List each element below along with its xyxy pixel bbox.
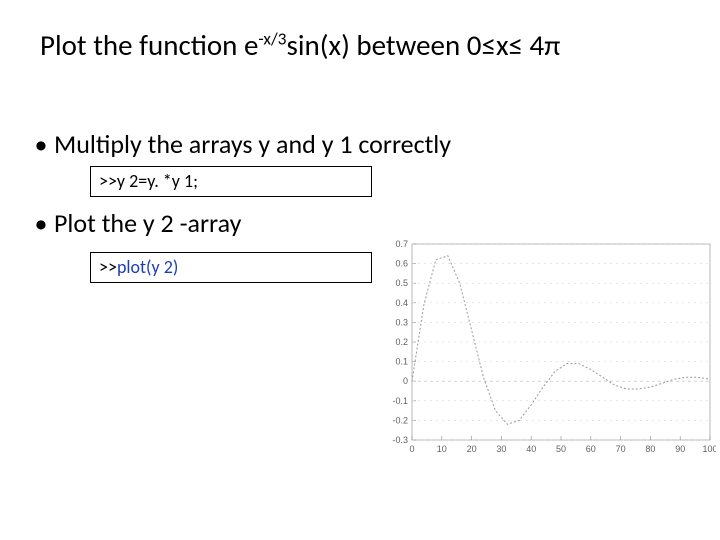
svg-text:0.6: 0.6 [395, 259, 408, 269]
svg-text:-0.3: -0.3 [392, 435, 408, 445]
svg-text:0.4: 0.4 [395, 298, 408, 308]
bullet-dot: • [28, 128, 54, 161]
bullet-1-text: Multiply the arrays y and y 1 correctly [54, 128, 451, 161]
chart-svg: -0.3 -0.2 -0.1 0 0.1 0.2 0.3 0.4 0.5 0.6 0.7 0 10 20 3… [376, 238, 716, 458]
svg-text:0: 0 [403, 376, 408, 386]
svg-text:100: 100 [702, 444, 716, 454]
bullet-dot: • [28, 207, 54, 240]
svg-text:70: 70 [616, 444, 626, 454]
code-box-1: >>y 2=y. *y 1; [90, 166, 372, 197]
code-box-2: >>plot(y 2) [90, 252, 372, 283]
title-prefix: Plot the function e [40, 27, 258, 63]
bullet-1: • Multiply the arrays y and y 1 correctl… [28, 128, 692, 161]
svg-text:0.3: 0.3 [395, 317, 408, 327]
svg-text:30: 30 [496, 444, 506, 454]
title-rhs: 4π [523, 27, 560, 63]
svg-text:0.1: 0.1 [395, 357, 408, 367]
slide: Plot the function e-x/3sin(x) between 0≤… [0, 0, 720, 540]
svg-text:0.7: 0.7 [395, 239, 408, 249]
svg-text:0: 0 [409, 444, 414, 454]
code-2-prompt: >> [99, 256, 117, 278]
svg-text:20: 20 [467, 444, 477, 454]
title-mid: sin(x) between 0 [286, 27, 481, 63]
code-1-text: >>y 2=y. *y 1; [99, 170, 198, 192]
chart: -0.3 -0.2 -0.1 0 0.1 0.2 0.3 0.4 0.5 0.6 0.7 0 10 20 3… [376, 238, 716, 458]
svg-text:10: 10 [437, 444, 447, 454]
svg-text:50: 50 [556, 444, 566, 454]
title-exponent: -x/3 [258, 27, 286, 49]
code-2-command: plot(y 2) [117, 256, 178, 278]
bullet-2-text: Plot the y 2 -array [54, 207, 241, 240]
svg-text:90: 90 [675, 444, 685, 454]
svg-text:0.2: 0.2 [395, 337, 408, 347]
bullet-2: • Plot the y 2 -array [28, 207, 692, 240]
svg-text:80: 80 [645, 444, 655, 454]
title-le1: ≤ [481, 27, 495, 63]
svg-text:-0.1: -0.1 [392, 396, 408, 406]
title-le2: ≤ [509, 27, 523, 63]
page-title: Plot the function e-x/3sin(x) between 0≤… [40, 28, 690, 63]
svg-text:0.5: 0.5 [395, 278, 408, 288]
svg-text:40: 40 [526, 444, 536, 454]
svg-text:60: 60 [586, 444, 596, 454]
svg-text:-0.2: -0.2 [392, 415, 408, 425]
title-var: x [496, 27, 509, 63]
